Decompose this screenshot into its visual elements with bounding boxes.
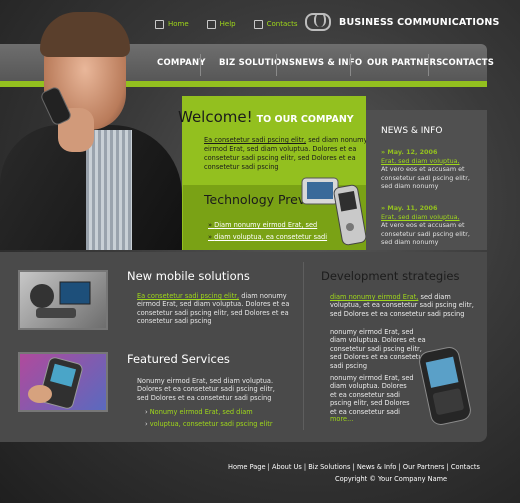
nav-separator	[200, 54, 201, 76]
nav-separator	[350, 54, 351, 76]
column-divider	[303, 262, 304, 430]
news-item: May. 11, 2006 Erat, sed diam voluptua, A…	[381, 204, 477, 247]
featured-services-text: Nonumy eirmod Erat, sed diam voluptua. D…	[137, 377, 275, 402]
brand-name: BUSINESS COMMUNICATIONS	[339, 16, 500, 28]
news-text: At vero eos et accusam et consetetur sad…	[381, 221, 470, 246]
top-link-help[interactable]: Help	[206, 17, 236, 31]
nav-biz-solutions[interactable]: BIZ SOLUTIONS	[219, 58, 295, 68]
welcome-heading: Welcome! TO OUR COMPANY	[178, 108, 354, 126]
welcome-text: Ea consetetur sadi pscing elitr, sed dia…	[204, 136, 368, 171]
development-link[interactable]: diam nonumy eirmod Erat,	[330, 293, 418, 301]
copyright: Copyright © Your Company Name	[335, 475, 448, 483]
businessman-photo	[0, 10, 182, 250]
news-link[interactable]: Erat, sed diam voluptua,	[381, 213, 477, 222]
nav-separator	[428, 54, 429, 76]
mobile-solutions-text: Ea consetetur sadi pscing elitr, diam no…	[137, 292, 290, 326]
nav-separator	[276, 54, 277, 76]
mobile-solutions-title: New mobile solutions	[127, 269, 250, 283]
more-link[interactable]: more...	[330, 415, 353, 423]
news-date: May. 12, 2006	[381, 148, 477, 157]
featured-services-title: Featured Services	[127, 352, 230, 366]
logo-mark-icon	[305, 13, 331, 31]
news-text: At vero eos et accusam et consetetur sad…	[381, 165, 470, 190]
footer-links[interactable]: Home Page | About Us | Biz Solutions | N…	[228, 463, 480, 471]
featured-link[interactable]: Nonumy eirmod Erat, sed diam	[145, 406, 273, 418]
featured-services-list: Nonumy eirmod Erat, sed diam voluptua, c…	[145, 406, 273, 430]
nav-contacts[interactable]: CONTACTS	[442, 58, 494, 68]
mobile-devices-thumbnail	[18, 270, 108, 330]
top-link-contacts[interactable]: Contacts	[253, 17, 298, 31]
brand-logo[interactable]: BUSINESS COMMUNICATIONS	[305, 13, 500, 31]
nav-our-partners[interactable]: OUR PARTNERS	[367, 58, 443, 68]
development-paragraph: nonumy eirmod Erat, sed diam voluptua. D…	[330, 374, 414, 416]
development-paragraph: diam nonumy eirmod Erat, sed diam volupt…	[330, 293, 474, 318]
news-link[interactable]: Erat, sed diam voluptua,	[381, 157, 477, 166]
development-paragraph: nonumy eirmod Erat, sed diam voluptua. D…	[330, 328, 426, 370]
mobile-solutions-link[interactable]: Ea consetetur sadi pscing elitr,	[137, 292, 239, 300]
news-item: May. 12, 2006 Erat, sed diam voluptua, A…	[381, 148, 477, 191]
help-icon	[206, 19, 216, 29]
news-date: May. 11, 2006	[381, 204, 477, 213]
nav-news-info[interactable]: NEWS & INFO	[295, 58, 362, 68]
contacts-icon	[253, 19, 263, 29]
featured-link[interactable]: voluptua, consetetur sadi pscing elitr	[145, 418, 273, 430]
featured-services-thumbnail	[18, 352, 108, 412]
photo-hair	[40, 12, 130, 57]
phone-image	[419, 347, 471, 425]
smartphone-image	[301, 177, 367, 246]
welcome-link[interactable]: Ea consetetur sadi pscing elitr,	[204, 136, 306, 144]
news-title: NEWS & INFO	[381, 126, 443, 136]
development-title: Development strategies	[321, 269, 460, 283]
photo-shirt	[86, 130, 132, 250]
